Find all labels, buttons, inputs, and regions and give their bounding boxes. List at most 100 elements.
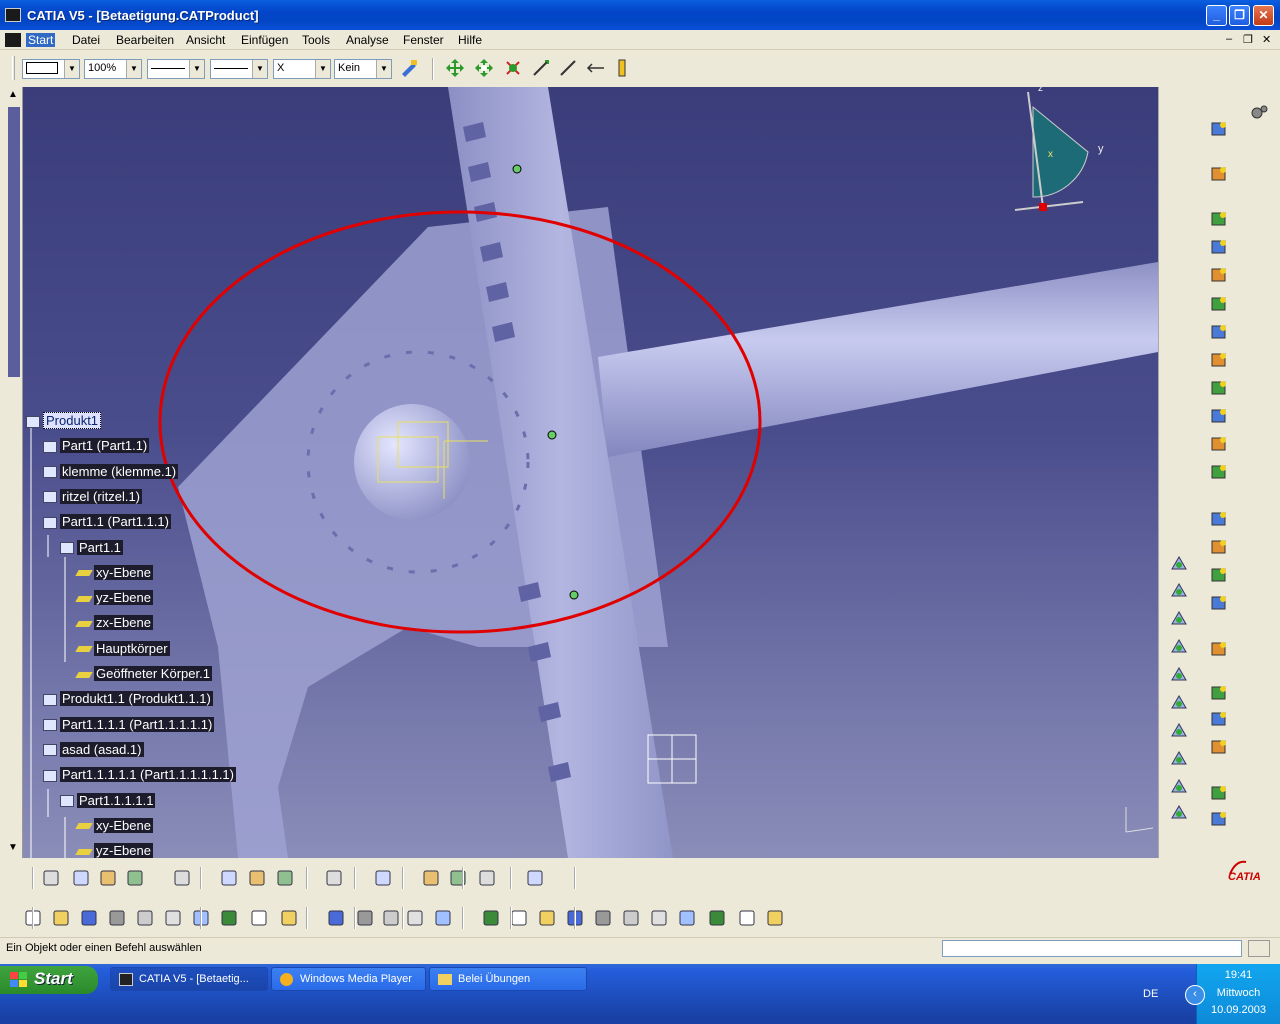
transparency-combo[interactable]: 100% ▼ [84,59,142,79]
catalog-icon[interactable] [1207,507,1231,531]
scene-icon[interactable] [372,867,394,889]
toolbar-grip[interactable] [12,56,15,80]
gears-icon[interactable] [1247,101,1271,125]
task-catia[interactable]: CATIA V5 - [Betaetig... [110,967,268,991]
tree-node[interactable]: xy-Ebene [75,817,153,833]
undo-icon[interactable] [218,907,240,929]
fix-component-icon[interactable] [1167,663,1191,687]
compass-widget[interactable] [1015,87,1095,212]
replace-component-icon[interactable] [1207,320,1231,344]
multi-instantiation-icon[interactable] [1207,460,1231,484]
annotation-icon[interactable] [1207,707,1231,731]
update-icon[interactable] [585,57,607,79]
table-icon[interactable] [404,907,426,929]
reuse-pattern-icon[interactable] [1167,801,1191,825]
tree-node[interactable]: Part1.1 (Part1.1.1) [43,514,171,530]
measure-inertia-icon[interactable] [274,867,296,889]
lock-icon[interactable] [380,907,402,929]
iso-view-icon[interactable] [676,907,698,929]
bill-of-material-icon[interactable] [420,867,442,889]
whats-this-icon[interactable] [278,907,300,929]
minimize-button[interactable]: _ [1206,5,1227,26]
layer-combo[interactable]: Kein ▼ [334,59,392,79]
color-combo[interactable]: ▼ [22,59,80,79]
scroll-down-icon[interactable]: ▼ [8,842,18,853]
clock-time[interactable]: 19:41 [1197,969,1280,981]
task-folder[interactable]: Belei Übungen [429,967,587,991]
tree-node[interactable]: Part1.1.1.1.1 (Part1.1.1.1.1.1) [43,767,236,783]
menu-bearbeiten[interactable]: Bearbeiten [116,33,174,47]
tree-node[interactable]: Produkt1.1 (Produkt1.1.1) [43,691,213,707]
tree-node[interactable]: Part1 (Part1.1) [43,438,150,454]
doc-restore-button[interactable]: ❐ [1243,33,1253,46]
swap-visible-icon[interactable] [764,907,786,929]
publication-icon[interactable] [171,867,193,889]
3d-viewport[interactable]: z y x Produkt1 Part1 (Part1.1) klemme (kle… [8,87,1158,858]
tree-node[interactable]: klemme (klemme.1) [43,463,179,479]
scroll-thumb[interactable] [8,107,20,377]
manage-representations-icon[interactable] [1207,432,1231,456]
tree-node[interactable]: Geöffneter Körper.1 [75,666,212,681]
menu-analyse[interactable]: Analyse [346,33,389,47]
smart-move-icon[interactable] [1207,535,1231,559]
sectioning-icon[interactable] [476,867,498,889]
tree-node[interactable]: Produkt1 [26,412,102,429]
text-icon[interactable] [1207,781,1231,805]
snap-move-icon[interactable] [1207,563,1231,587]
app-icon[interactable] [5,8,21,22]
zoom-out-icon[interactable] [620,907,642,929]
tree-node[interactable]: Part1.1.1.1 (Part1.1.1.1.1) [43,716,215,732]
generate-numbering-icon[interactable] [1207,376,1231,400]
measure-item-icon[interactable] [246,867,268,889]
select-icon[interactable] [1207,117,1231,141]
formula-icon[interactable] [325,907,347,929]
copy-icon[interactable] [162,907,184,929]
product-structure-icon[interactable] [1207,207,1231,231]
quick-constraint-icon[interactable] [1167,719,1191,743]
weld-icon[interactable] [1207,735,1231,759]
scroll-up-icon[interactable]: ▲ [8,89,18,100]
menu-fenster[interactable]: Fenster [403,33,444,47]
tree-node[interactable]: yz-Ebene [75,843,153,858]
print-icon[interactable] [106,907,128,929]
tree-node[interactable]: Part1.1 [60,539,123,555]
menu-hilfe[interactable]: Hilfe [458,33,482,47]
tree-scrollbar[interactable]: ▲ ▼ [7,87,23,858]
clash-icon[interactable] [447,867,469,889]
fix-together-icon[interactable] [1167,691,1191,715]
flexible-icon[interactable] [1167,747,1191,771]
constraint-contact-icon[interactable] [1167,579,1191,603]
tree-node[interactable]: Hauptkörper [75,640,170,656]
law-icon[interactable] [70,867,92,889]
tree-icon[interactable] [432,907,454,929]
insert-part-icon[interactable] [1207,263,1231,287]
tree-node[interactable]: xy-Ebene [75,564,153,580]
stop-manipulate-icon[interactable] [557,57,579,79]
pan-icon[interactable] [536,907,558,929]
zoom-in-icon[interactable] [592,907,614,929]
copy-geometry-icon[interactable] [97,867,119,889]
doc-minimize-button[interactable]: – [1226,33,1232,45]
tray-expand-icon[interactable]: ‹ [1185,985,1205,1005]
measure-icon[interactable] [613,57,635,79]
flag-note-icon[interactable] [1207,807,1231,831]
constraint-coincidence-icon[interactable] [1167,552,1191,576]
hide-show-icon[interactable] [736,907,758,929]
menu-datei[interactable]: Datei [72,33,100,47]
explode-icon[interactable] [530,57,552,79]
menu-ansicht[interactable]: Ansicht [186,33,225,47]
menu-tools[interactable]: Tools [302,33,330,47]
save-icon[interactable] [78,907,100,929]
open-icon[interactable] [50,907,72,929]
menu-start[interactable]: Start [26,33,56,47]
explode-icon[interactable] [1207,591,1231,615]
cut-icon[interactable] [134,907,156,929]
tree-node[interactable]: Part1.1.1.1.1 [60,792,156,808]
point-symbol-combo[interactable]: X ▼ [273,59,331,79]
doc-icon[interactable] [5,33,21,47]
linetype-combo[interactable]: ▼ [210,59,268,79]
tree-node[interactable]: asad (asad.1) [43,741,144,757]
selective-load-icon[interactable] [1207,404,1231,428]
menu-einfuegen[interactable]: Einfügen [241,33,288,47]
start-button[interactable]: Start [0,966,98,994]
